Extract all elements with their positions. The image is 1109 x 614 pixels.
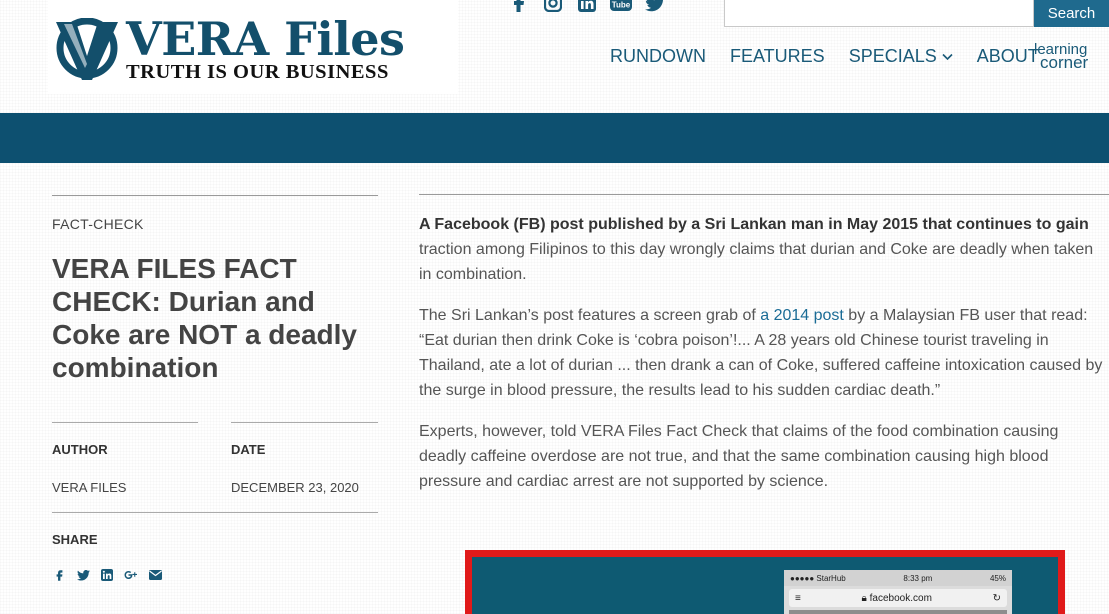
linkedin-icon[interactable] bbox=[576, 0, 598, 12]
article-paragraph-2: The Sri Lankan’s post features a screen … bbox=[419, 303, 1109, 403]
reload-icon: ↻ bbox=[992, 592, 1001, 604]
phone-url: 🔒︎ facebook.com bbox=[801, 593, 993, 604]
phone-url-bar: ≡ 🔒︎ facebook.com ↻ bbox=[789, 589, 1007, 607]
email-icon[interactable] bbox=[148, 568, 162, 582]
article-body: A Facebook (FB) post published by a Sri … bbox=[419, 212, 1109, 510]
share-label: SHARE bbox=[52, 532, 98, 547]
nav-about[interactable]: ABOUT bbox=[977, 46, 1039, 67]
nav-rundown-label: RUNDOWN bbox=[610, 46, 706, 66]
sidebar-divider-top bbox=[52, 195, 378, 196]
date-label: DATE bbox=[231, 442, 266, 457]
nav-specials-label: SPECIALS bbox=[848, 46, 937, 66]
nav-about-label: ABOUT bbox=[976, 46, 1039, 66]
share-links bbox=[52, 568, 162, 582]
facebook-icon[interactable] bbox=[508, 0, 530, 12]
article-p2-before: The Sri Lankan’s post features a screen … bbox=[419, 307, 761, 324]
google-plus-icon[interactable] bbox=[124, 568, 138, 582]
publish-date: DECEMBER 23, 2020 bbox=[231, 480, 359, 495]
article-headline: VERA FILES FACT CHECK: Durian and Coke a… bbox=[52, 253, 358, 383]
date-block: DATE DECEMBER 23, 2020 bbox=[231, 422, 378, 495]
phone-carrier: ●●●●● StarHub bbox=[790, 573, 846, 583]
twitter-icon[interactable] bbox=[644, 0, 666, 12]
learning-corner-logo[interactable]: learning corner bbox=[1034, 42, 1109, 73]
instagram-icon[interactable] bbox=[542, 0, 564, 12]
phone-time: 8:33 pm bbox=[903, 573, 933, 583]
logo-v-emblem bbox=[56, 18, 118, 80]
phone-url-text: facebook.com bbox=[869, 592, 932, 604]
logo-tagline: TRUTH IS OUR BUSINESS bbox=[126, 61, 389, 83]
date-divider bbox=[231, 422, 378, 423]
search-input[interactable] bbox=[724, 0, 1034, 27]
article-paragraph-1: A Facebook (FB) post published by a Sri … bbox=[419, 212, 1109, 287]
nav-specials[interactable]: SPECIALS bbox=[849, 46, 953, 67]
article-sidebar: FACT-CHECK VERA FILES FACT CHECK: Durian… bbox=[52, 195, 378, 581]
youtube-icon-text: Tube bbox=[612, 1, 631, 10]
author-name[interactable]: VERA FILES bbox=[52, 480, 198, 495]
author-block: AUTHOR VERA FILES bbox=[52, 422, 198, 495]
youtube-icon[interactable]: Tube bbox=[610, 0, 632, 12]
header-banner bbox=[0, 113, 1109, 163]
article-category[interactable]: FACT-CHECK bbox=[52, 216, 378, 232]
nav-features[interactable]: FEATURES bbox=[730, 46, 825, 67]
learning-corner-line2: corner bbox=[1040, 53, 1089, 72]
nav-rundown[interactable]: RUNDOWN bbox=[610, 46, 706, 67]
author-divider bbox=[52, 422, 198, 423]
search-button[interactable]: Search bbox=[1034, 0, 1109, 27]
linkedin-icon[interactable] bbox=[100, 568, 114, 582]
header-social-links: Tube bbox=[508, 0, 666, 12]
article-lead-rest: traction among Filipinos to this day wro… bbox=[419, 241, 1094, 283]
site-header: VERA Files TRUTH IS OUR BUSINESS Tube Se… bbox=[0, 0, 1109, 113]
phone-screenshot: ●●●●● StarHub 8:33 pm 45% ≡ 🔒︎ facebook.… bbox=[784, 570, 1012, 614]
twitter-icon[interactable] bbox=[76, 568, 90, 582]
chevron-down-icon bbox=[942, 53, 953, 60]
article-lead: A Facebook (FB) post published by a Sri … bbox=[419, 216, 1089, 233]
embedded-screenshot: ●●●●● StarHub 8:33 pm 45% ≡ 🔒︎ facebook.… bbox=[465, 550, 1065, 614]
site-logo[interactable]: VERA Files TRUTH IS OUR BUSINESS bbox=[48, 0, 458, 94]
author-label: AUTHOR bbox=[52, 442, 108, 457]
article-divider bbox=[419, 194, 1109, 195]
nav-features-label: FEATURES bbox=[730, 46, 825, 66]
facebook-icon[interactable] bbox=[52, 568, 66, 582]
main-nav: RUNDOWN FEATURES SPECIALS ABOUT bbox=[610, 46, 1063, 67]
share-divider bbox=[52, 512, 378, 513]
article-paragraph-3: Experts, however, told VERA Files Fact C… bbox=[419, 423, 1059, 490]
phone-status-bar: ●●●●● StarHub 8:33 pm 45% bbox=[784, 570, 1012, 586]
logo-title: VERA Files bbox=[126, 12, 405, 66]
source-post-link[interactable]: a 2014 post bbox=[760, 307, 844, 324]
phone-content-image bbox=[789, 610, 1007, 614]
lock-icon: 🔒︎ bbox=[861, 592, 867, 604]
phone-battery: 45% bbox=[989, 573, 1006, 583]
